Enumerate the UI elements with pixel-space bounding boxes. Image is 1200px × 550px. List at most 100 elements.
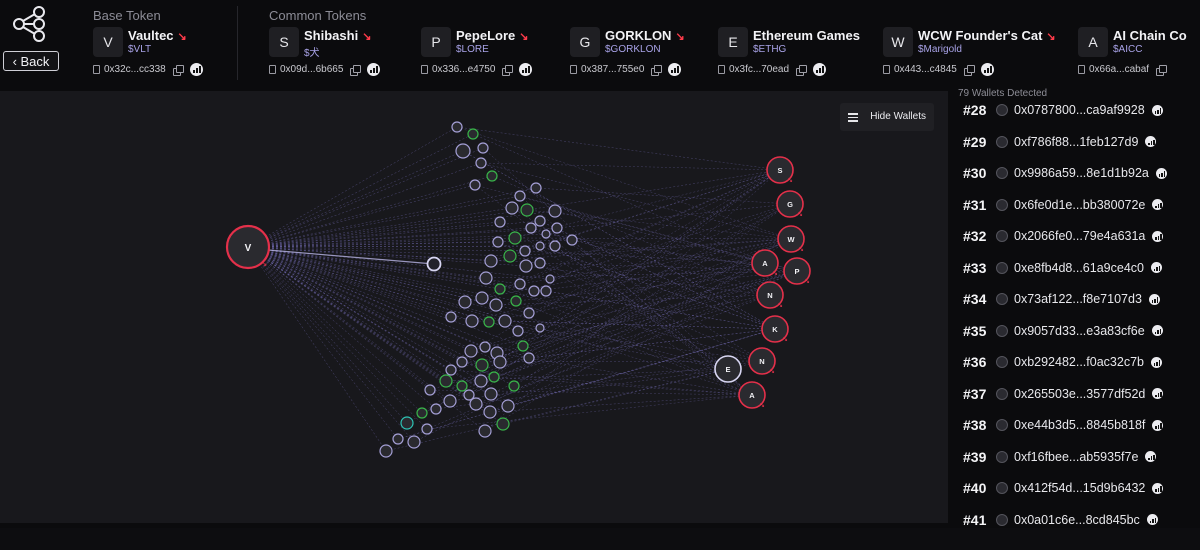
wallet-row[interactable]: #40 0x412f54d...15d9b6432	[963, 478, 1164, 498]
wallet-node[interactable]	[445, 311, 457, 323]
wallet-address[interactable]: 0x9057d33...e3a83cf6e	[1014, 324, 1145, 338]
common-token-card[interactable]: W WCW Founder's Cat ↘ $Marigold 0x443...c…	[883, 27, 1063, 81]
common-token-card[interactable]: A AI Chain Co $AICC 0x66a...cabaf	[1078, 27, 1200, 81]
wallet-address[interactable]: 0x265503e...3577df52d	[1014, 387, 1145, 401]
wallet-node[interactable]	[455, 143, 471, 159]
wallet-node[interactable]	[484, 387, 498, 401]
wallet-node[interactable]	[534, 215, 546, 227]
wallet-node[interactable]	[520, 203, 534, 217]
wallet-address[interactable]: 0x6fe0d1e...bb380072e	[1014, 198, 1145, 212]
wallet-row[interactable]: #28 0x0787800...ca9af9928	[963, 100, 1163, 120]
wallet-row[interactable]: #37 0x265503e...3577df52d	[963, 384, 1164, 404]
wallet-node[interactable]	[475, 358, 489, 372]
wallet-row[interactable]: #33 0xe8fb4d8...61a9ce4c0	[963, 258, 1162, 278]
wallet-node[interactable]	[535, 323, 545, 333]
wallet-node[interactable]	[512, 325, 524, 337]
wallet-node[interactable]	[458, 295, 472, 309]
wallet-row[interactable]: #34 0x73af122...f8e7107d3	[963, 289, 1160, 309]
wallet-row[interactable]: #30 0x9986a59...8e1d1b92a	[963, 163, 1167, 183]
wallet-node[interactable]	[503, 249, 517, 263]
wallet-row[interactable]: #35 0x9057d33...e3a83cf6e	[963, 321, 1163, 341]
wallet-node[interactable]	[424, 384, 436, 396]
wallet-address[interactable]: 0x412f54d...15d9b6432	[1014, 481, 1145, 495]
wallet-network-graph[interactable]: V↘S↘G↘W↘A↘ P↘N↘K↘N↘A↘E	[0, 91, 948, 523]
wallet-node[interactable]	[467, 128, 479, 140]
copy-icon[interactable]	[963, 64, 975, 76]
wallet-node[interactable]	[540, 285, 552, 297]
wallet-node[interactable]	[517, 340, 529, 352]
wallet-row[interactable]: #31 0x6fe0d1e...bb380072e	[963, 195, 1164, 215]
common-token-card[interactable]: S Shibashi ↘ $犬 0x09d...6b665	[269, 27, 414, 81]
wallet-address[interactable]: 0x9986a59...8e1d1b92a	[1014, 166, 1149, 180]
wallet-node[interactable]	[475, 157, 487, 169]
wallet-node[interactable]	[469, 397, 483, 411]
copy-icon[interactable]	[796, 64, 808, 76]
wallet-node[interactable]	[456, 356, 468, 368]
hide-wallets-button[interactable]: Hide Wallets	[840, 103, 934, 131]
wallet-node[interactable]	[456, 380, 468, 392]
wallet-node[interactable]	[494, 283, 506, 295]
wallet-row[interactable]: #39 0xf16fbee...ab5935f7e	[963, 447, 1157, 467]
wallet-node[interactable]	[445, 364, 457, 376]
chart-icon[interactable]	[519, 62, 533, 76]
wallet-node[interactable]	[505, 201, 519, 215]
wallet-node[interactable]	[479, 341, 491, 353]
chart-icon[interactable]	[980, 62, 994, 76]
wallet-node[interactable]	[519, 259, 533, 273]
wallet-node[interactable]	[469, 179, 481, 191]
chart-icon[interactable]	[1155, 167, 1167, 179]
wallet-node[interactable]	[421, 423, 433, 435]
chart-icon[interactable]	[668, 62, 682, 76]
wallet-node[interactable]	[492, 236, 504, 248]
wallet-node[interactable]	[496, 417, 510, 431]
wallet-node[interactable]	[530, 182, 542, 194]
wallet-node[interactable]	[477, 142, 489, 154]
common-token-card[interactable]: G GORKLON ↘ $GORKLON 0x387...755e0	[570, 27, 715, 81]
chart-icon[interactable]	[813, 62, 827, 76]
wallet-node[interactable]	[541, 229, 551, 239]
wallet-address[interactable]: 0xf786f88...1feb127d9	[1014, 135, 1138, 149]
base-token-card[interactable]: V Vaultec ↘ $VLT 0x32c...cc338	[93, 27, 233, 81]
wallet-node[interactable]	[400, 416, 414, 430]
copy-icon[interactable]	[1156, 64, 1168, 76]
wallet-node[interactable]	[488, 371, 500, 383]
wallet-address[interactable]: 0x0787800...ca9af9928	[1014, 103, 1145, 117]
wallet-node[interactable]	[493, 355, 507, 369]
chart-icon[interactable]	[1151, 325, 1163, 336]
chart-icon[interactable]	[1151, 104, 1163, 116]
wallet-node[interactable]	[486, 170, 498, 182]
wallet-node[interactable]	[510, 295, 522, 307]
wallet-row[interactable]: #32 0x2066fe0...79e4a631a	[963, 226, 1164, 246]
copy-icon[interactable]	[502, 64, 514, 76]
wallet-node[interactable]	[534, 257, 546, 269]
wallet-node[interactable]	[451, 121, 463, 133]
wallet-node[interactable]	[464, 344, 478, 358]
wallet-node[interactable]	[508, 380, 520, 392]
wallet-graph-panel[interactable]: V ↘ S ↘ G ↘ W ↘ A ↘ P ↘ N ↘ K ↘ N ↘ A ↘ E Hide Wallets	[0, 91, 948, 523]
chart-icon[interactable]	[1150, 262, 1162, 273]
wallet-node[interactable]	[498, 314, 512, 328]
wallet-node[interactable]	[566, 234, 578, 246]
chart-icon[interactable]	[1152, 388, 1164, 399]
copy-icon[interactable]	[172, 64, 184, 76]
wallet-row[interactable]: #29 0xf786f88...1feb127d9	[963, 132, 1157, 152]
wallet-node[interactable]	[489, 298, 503, 312]
wallet-address[interactable]: 0x73af122...f8e7107d3	[1014, 292, 1142, 306]
wallet-node[interactable]	[407, 435, 421, 449]
wallet-node[interactable]	[545, 274, 555, 284]
selected-wallet-node[interactable]	[426, 256, 442, 272]
wallet-address[interactable]: 0xe8fb4d8...61a9ce4c0	[1014, 261, 1144, 275]
wallet-node[interactable]	[416, 407, 428, 419]
chart-icon[interactable]	[1152, 199, 1164, 210]
chart-icon[interactable]	[1145, 451, 1157, 462]
wallet-node[interactable]	[514, 278, 526, 290]
common-token-card[interactable]: E Ethereum Games $ETHG 0x3fc...70ead	[718, 27, 873, 81]
wallet-node[interactable]	[535, 241, 545, 251]
wallet-row[interactable]: #41 0x0a01c6e...8cd845bc	[963, 510, 1158, 529]
wallet-node[interactable]	[379, 444, 393, 458]
wallet-node[interactable]	[483, 405, 497, 419]
wallets-list-panel[interactable]: 79 Wallets Detected #28 0x0787800...ca9af…	[955, 88, 1200, 528]
wallet-node[interactable]	[528, 285, 540, 297]
wallet-node[interactable]	[514, 190, 526, 202]
wallet-node[interactable]	[443, 394, 457, 408]
